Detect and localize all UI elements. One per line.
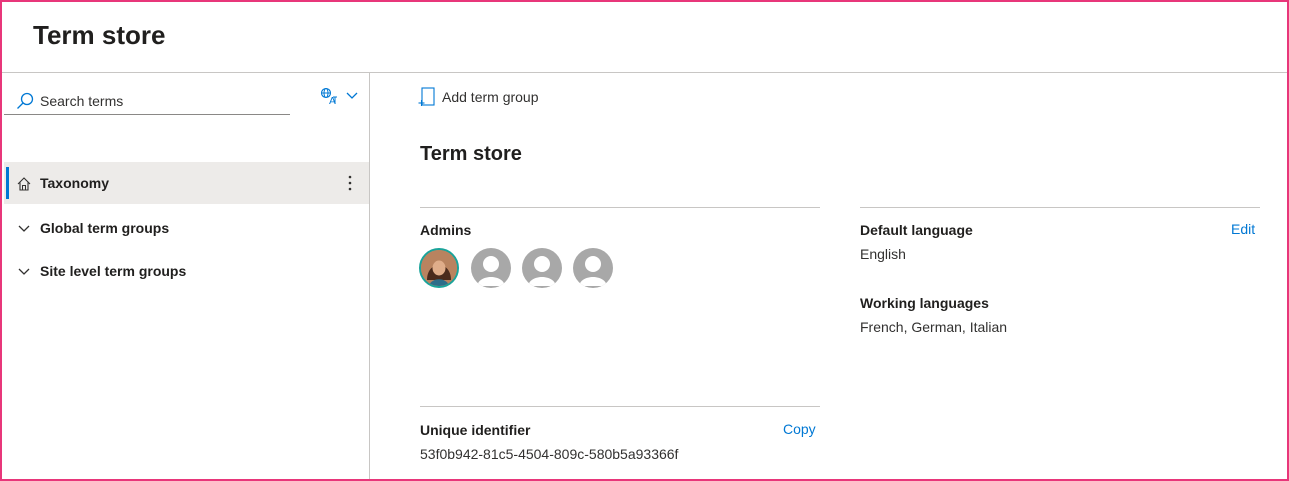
default-language-value: English	[860, 246, 906, 262]
unique-identifier-label: Unique identifier	[420, 422, 531, 438]
language-translate-icon: A	[320, 87, 337, 105]
person-placeholder-icon	[579, 256, 607, 286]
admin-avatar[interactable]	[573, 248, 613, 288]
tree-item-site-level-term-groups[interactable]: Site level term groups	[4, 250, 369, 292]
copy-identifier-link[interactable]: Copy	[783, 421, 816, 437]
tree-item-label: Taxonomy	[40, 175, 109, 191]
admin-avatar-photo[interactable]	[419, 248, 459, 288]
search-box[interactable]: Search terms	[4, 81, 290, 115]
navigation-pane: Search terms A Taxonomy Global term grou…	[2, 73, 370, 479]
tree-item-global-term-groups[interactable]: Global term groups	[4, 207, 369, 249]
default-language-label: Default language	[860, 222, 973, 238]
page-title: Term store	[33, 20, 166, 50]
tree-item-taxonomy[interactable]: Taxonomy	[4, 162, 369, 204]
user-photo-icon	[421, 250, 457, 286]
more-vertical-icon[interactable]	[344, 173, 356, 193]
person-placeholder-icon	[477, 256, 505, 286]
chevron-down-icon[interactable]	[16, 264, 32, 280]
divider	[420, 406, 820, 407]
divider	[860, 207, 1260, 208]
admins-label: Admins	[420, 222, 472, 238]
unique-identifier-value: 53f0b942-81c5-4504-809c-580b5a93366f	[420, 446, 679, 462]
working-languages-value: French, German, Italian	[860, 319, 1008, 335]
person-placeholder-icon	[528, 256, 556, 286]
admin-avatar[interactable]	[522, 248, 562, 288]
working-languages-label: Working languages	[860, 295, 989, 311]
admin-avatar[interactable]	[471, 248, 511, 288]
search-input[interactable]: Search terms	[40, 93, 123, 109]
home-icon	[17, 177, 31, 191]
chevron-down-icon[interactable]	[16, 221, 32, 237]
add-term-group-label: Add term group	[442, 89, 539, 105]
page-header: Term store	[2, 2, 1287, 73]
divider	[420, 207, 820, 208]
term-store-window: Term store Search terms A Taxonomy Globa…	[0, 0, 1289, 481]
tree-item-label: Global term groups	[40, 220, 170, 236]
tree-item-label: Site level term groups	[40, 263, 187, 279]
add-group-icon	[418, 87, 435, 106]
search-icon	[17, 92, 34, 109]
edit-languages-link[interactable]: Edit	[1231, 221, 1255, 237]
section-title: Term store	[420, 143, 522, 165]
language-picker-button[interactable]: A	[320, 87, 360, 107]
selection-indicator	[6, 167, 9, 199]
chevron-down-icon	[346, 92, 358, 99]
